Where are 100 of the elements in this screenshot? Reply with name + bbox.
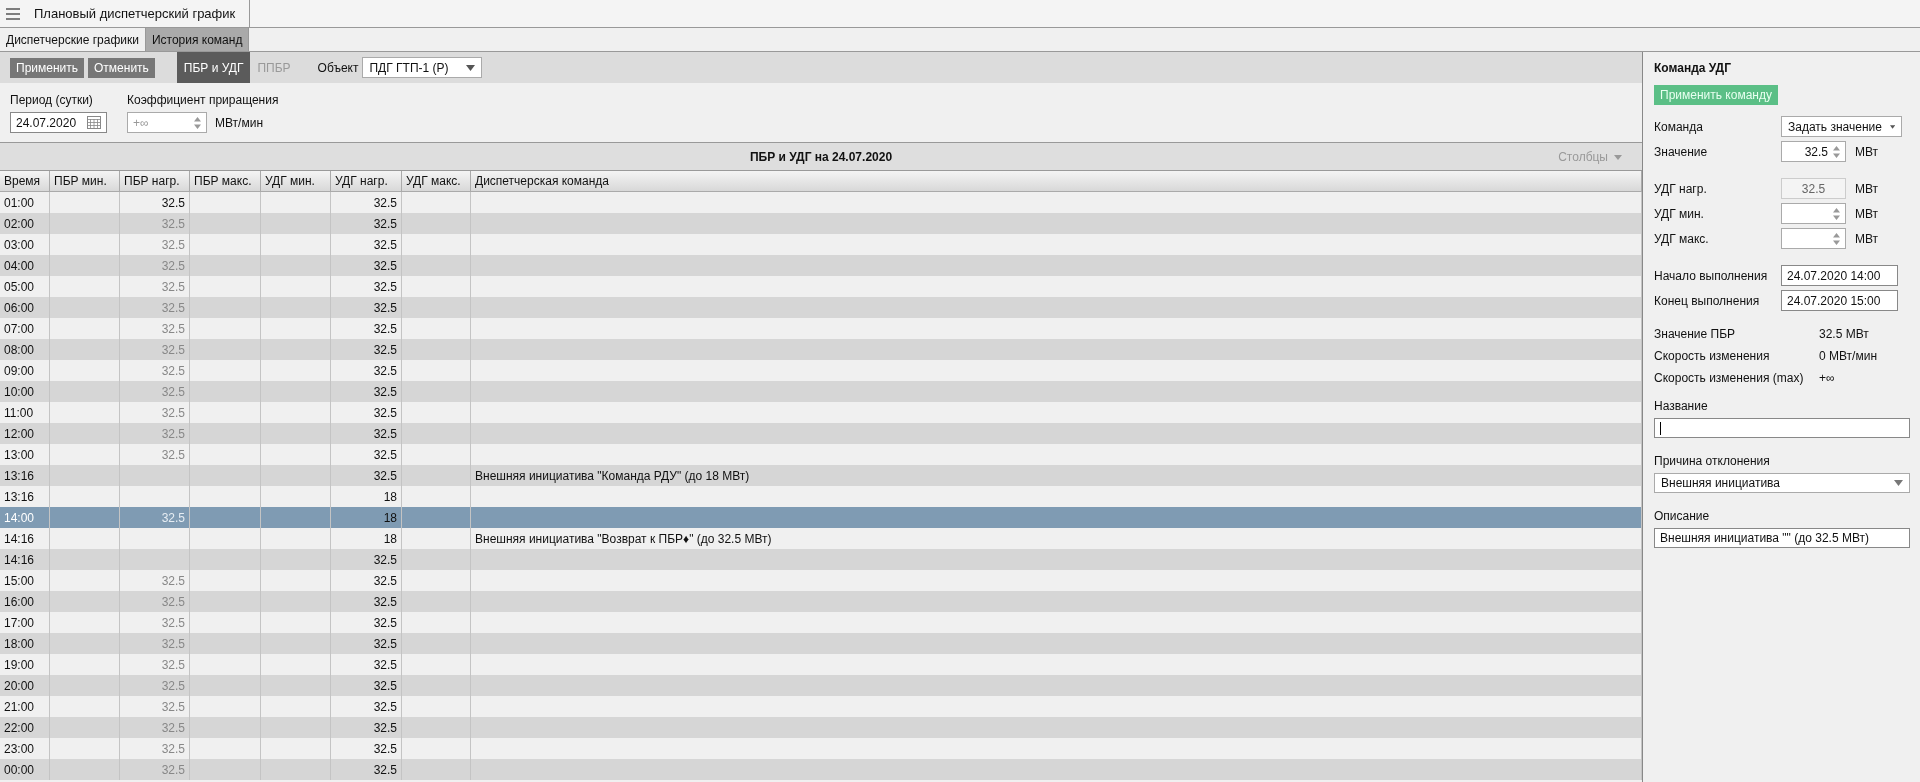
table-cell: 01:00 xyxy=(4,195,35,210)
table-cell: 32.5 xyxy=(373,594,397,609)
table-cell: 32.5 xyxy=(373,636,397,651)
spinner-arrows-icon[interactable] xyxy=(194,115,201,130)
table-cell: 18 xyxy=(383,510,397,525)
table-cell: 32.5 xyxy=(161,594,185,609)
table-row[interactable]: 22:00 32.5 32.5 xyxy=(0,717,1642,738)
table-cell: 02:00 xyxy=(4,216,35,231)
table-cell: 32.5 xyxy=(161,363,185,378)
column-header[interactable]: ПБР макс. xyxy=(190,171,261,191)
table-row[interactable]: 06:00 32.5 32.5 xyxy=(0,297,1642,318)
unit-label: МВт/мин xyxy=(215,115,263,130)
reason-dropdown[interactable]: Внешняя инициатива xyxy=(1654,473,1910,493)
unit-label: МВт xyxy=(1855,144,1879,159)
table-cell: Внешняя инициатива "Команда РДУ" (до 18 МВт) xyxy=(475,468,750,483)
table-row[interactable]: 20:00 32.5 32.5 xyxy=(0,675,1642,696)
table-cell: 32.5 xyxy=(373,552,397,567)
table-row[interactable]: 12:00 32.5 32.5 xyxy=(0,423,1642,444)
column-header[interactable]: УДГ макс. xyxy=(402,171,471,191)
spinner-arrows-icon[interactable] xyxy=(1833,231,1840,246)
info-label: Скорость изменения (max) xyxy=(1654,371,1805,385)
table-cell: 32.5 xyxy=(373,363,397,378)
datetime-field[interactable]: 24.07.2020 14:00 xyxy=(1781,265,1898,286)
table-cell: 32.5 xyxy=(373,300,397,315)
table-row[interactable]: 04:00 32.5 32.5 xyxy=(0,255,1642,276)
info-value: 0 МВт/мин xyxy=(1819,349,1878,363)
table-cell: 15:00 xyxy=(4,573,35,588)
number-field[interactable] xyxy=(1781,203,1846,224)
table-cell: 32.5 xyxy=(161,405,185,420)
table-cell: 32.5 xyxy=(373,342,397,357)
table-cell: 32.5 xyxy=(373,762,397,777)
table-cell: 21:00 xyxy=(4,699,35,714)
table-cell: 32.5 xyxy=(373,405,397,420)
dropdown-arrow-icon xyxy=(466,64,476,71)
menu-icon[interactable] xyxy=(6,7,20,20)
table-cell: 05:00 xyxy=(4,279,35,294)
table-cell: 32.5 xyxy=(161,321,185,336)
dropdown-arrow-icon xyxy=(1614,154,1622,160)
app-title: Плановый диспетчерский график xyxy=(34,6,236,21)
spinner-arrows-icon[interactable] xyxy=(1833,206,1840,221)
table-cell: 14:16 xyxy=(4,552,35,567)
info-value: 32.5 МВт xyxy=(1819,327,1869,341)
table-cell: 32.5 xyxy=(161,300,185,315)
table-cell: 00:00 xyxy=(4,762,35,777)
name-field[interactable] xyxy=(1654,418,1910,438)
table-cell: 32.5 xyxy=(373,699,397,714)
table-cell: 32.5 xyxy=(373,741,397,756)
table-cell: 32.5 xyxy=(373,279,397,294)
table-cell: 32.5 xyxy=(373,468,397,483)
table-cell: 13:16 xyxy=(4,489,35,504)
table-row[interactable]: 18:00 32.5 32.5 xyxy=(0,633,1642,654)
column-header[interactable]: ПБР мин. xyxy=(50,171,120,191)
table-cell: 32.5 xyxy=(373,321,397,336)
column-header[interactable]: Диспетчерская команда xyxy=(471,171,1642,191)
table-row[interactable]: 02:00 32.5 32.5 xyxy=(0,213,1642,234)
table-cell: 16:00 xyxy=(4,594,35,609)
table-cell: 18 xyxy=(383,531,397,546)
date-field[interactable]: 24.07.2020 xyxy=(10,112,107,133)
dropdown-arrow-icon xyxy=(1894,480,1903,486)
table-cell: 19:00 xyxy=(4,657,35,672)
spinner-arrows-icon[interactable] xyxy=(1833,144,1840,159)
table-row[interactable]: 08:00 32.5 32.5 xyxy=(0,339,1642,360)
column-header[interactable]: УДГ мин. xyxy=(261,171,331,191)
table-cell: 32.5 xyxy=(373,426,397,441)
toolbar-button[interactable]: Применить xyxy=(10,57,84,78)
toolbar-button[interactable]: Отменить xyxy=(88,57,155,78)
datetime-field[interactable]: 24.07.2020 15:00 xyxy=(1781,290,1898,311)
number-field[interactable] xyxy=(1781,228,1846,249)
object-label: Объект xyxy=(317,60,359,75)
tab[interactable]: История команд xyxy=(145,28,250,51)
table-cell: 32.5 xyxy=(161,237,185,252)
column-header[interactable]: Время xyxy=(0,171,50,191)
table-cell: 32.5 xyxy=(161,510,185,525)
command-dropdown[interactable]: Задать значение xyxy=(1781,116,1902,137)
description-field[interactable]: Внешняя инициатива "" (до 32.5 МВт) xyxy=(1654,528,1910,548)
number-field[interactable]: 32.5 xyxy=(1781,141,1846,162)
table-row[interactable]: 16:00 32.5 32.5 xyxy=(0,591,1642,612)
unit-label: МВт xyxy=(1855,231,1879,246)
table-cell: 32.5 xyxy=(161,447,185,462)
field-label: Команда xyxy=(1654,119,1704,134)
table-row[interactable]: 14:16 32.5 xyxy=(0,549,1642,570)
mode-tab[interactable]: ПБР и УДГ xyxy=(176,52,251,83)
table-row[interactable]: 14:00 32.5 18 xyxy=(0,507,1642,528)
panel-title: Команда УДГ xyxy=(1654,61,1731,75)
column-header[interactable]: ПБР нагр. xyxy=(120,171,190,191)
table-title: ПБР и УДГ на 24.07.2020 xyxy=(749,149,893,164)
table-cell: 32.5 xyxy=(161,384,185,399)
table-cell: 32.5 xyxy=(373,573,397,588)
field-label: УДГ мин. xyxy=(1654,206,1705,221)
table-cell: 32.5 xyxy=(161,678,185,693)
table-row[interactable]: 00:00 32.5 32.5 xyxy=(0,759,1642,780)
table-cell: 32.5 xyxy=(373,678,397,693)
table-cell: 18 xyxy=(383,489,397,504)
table-row[interactable]: 13:16 32.5 Внешняя инициатива "Команда РДУ" (до 18 МВт) xyxy=(0,465,1642,486)
table-cell: 32.5 xyxy=(373,720,397,735)
object-dropdown[interactable]: ПДГ ГТП-1 (Р) xyxy=(362,57,483,78)
field-label: Значение xyxy=(1654,144,1709,159)
table-row[interactable]: 10:00 32.5 32.5 xyxy=(0,381,1642,402)
table-cell: 32.5 xyxy=(161,762,185,777)
column-header[interactable]: УДГ нагр. xyxy=(331,171,402,191)
